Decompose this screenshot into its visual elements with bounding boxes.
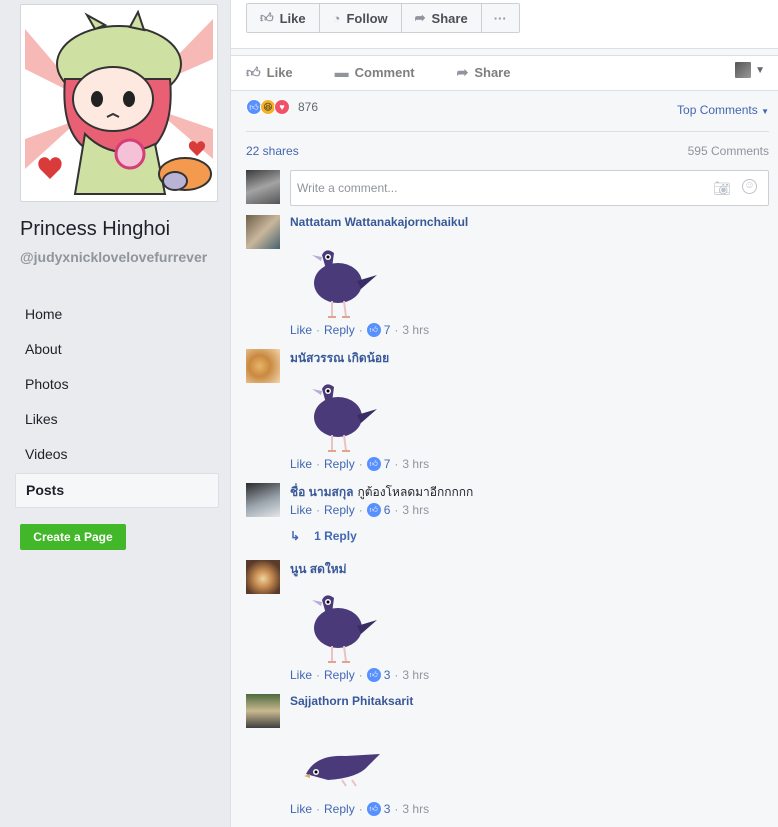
reaction-count: 876 — [298, 100, 319, 114]
like-badge-icon: 👍︎ — [366, 503, 381, 517]
thumbs-up-icon: 👍︎ — [246, 63, 261, 80]
comment-like-count[interactable]: 7 — [384, 323, 391, 337]
comment-like-count[interactable]: 3 — [384, 668, 391, 682]
page-profile-picture[interactable] — [20, 4, 218, 202]
nav-item-videos[interactable]: Videos — [15, 438, 219, 473]
shares-link[interactable]: 22 shares — [246, 144, 299, 158]
comment-sort-dropdown[interactable]: Top Comments ▼ — [677, 103, 769, 117]
share-arrow-icon: ➦ — [456, 63, 469, 80]
commenter-name[interactable]: Nattatam Wattanakajornchaikul — [290, 215, 468, 229]
thumbs-up-icon: 👍︎ — [260, 10, 274, 25]
post-like-button[interactable]: 👍︎ Like — [246, 64, 293, 81]
comment-timestamp[interactable]: 3 hrs — [402, 323, 429, 337]
divider — [231, 48, 778, 56]
comment-input[interactable] — [290, 170, 769, 206]
reply-arrow-icon: ↳ — [290, 529, 301, 543]
comment-composer: 📷︎ ☺ — [246, 170, 769, 206]
commenter-avatar[interactable] — [246, 215, 280, 249]
comment-meta: Like · Reply · 👍︎ 7 · 3 hrs — [290, 457, 430, 471]
walking-bird-sticker[interactable] — [302, 243, 382, 323]
like-badge-icon: 👍︎ — [366, 668, 381, 682]
page-username[interactable]: @judyxnicklovelovefurrever — [20, 249, 218, 266]
commenter-avatar[interactable] — [246, 694, 280, 728]
caret-down-icon: ▼ — [761, 107, 769, 116]
comment-timestamp[interactable]: 3 hrs — [402, 503, 429, 517]
post-comment-button[interactable]: ▬ Comment — [335, 64, 415, 80]
caret-down-icon: ▼ — [755, 64, 765, 76]
commenter-name[interactable]: มนัสวรรณ เกิดน้อย — [290, 349, 389, 368]
nav-item-home[interactable]: Home — [15, 298, 219, 333]
comments-section: 👍︎ 😆︎ ♥ 876 Top Comments ▼ 22 shares 595… — [231, 90, 778, 827]
viewer-avatar — [735, 62, 752, 78]
page-nav: Home About Photos Likes Videos Posts — [15, 298, 219, 508]
walking-bird-sticker[interactable] — [302, 588, 382, 668]
comment-reply-link[interactable]: Reply — [324, 457, 355, 471]
current-user-avatar — [246, 170, 280, 204]
page-follow-button[interactable]: ◔ Follow — [320, 4, 402, 32]
comment-reply-link[interactable]: Reply — [324, 802, 355, 816]
lying-bird-sticker[interactable] — [302, 722, 382, 802]
comment-timestamp[interactable]: 3 hrs — [402, 457, 429, 471]
comment-like-count[interactable]: 7 — [384, 457, 391, 471]
more-options-button[interactable]: ··· — [482, 4, 519, 32]
share-arrow-icon: ➦ — [414, 10, 426, 25]
comment-timestamp[interactable]: 3 hrs — [402, 802, 429, 816]
comment-reply-link[interactable]: Reply — [324, 323, 355, 337]
comment-text: กูต้องโหลดมาอีกกกกก — [357, 485, 474, 499]
walking-bird-sticker[interactable] — [302, 377, 382, 457]
comment-count[interactable]: 595 Comments — [688, 144, 769, 158]
comment-meta: Like · Reply · 👍︎ 3 · 3 hrs — [290, 802, 430, 816]
camera-icon[interactable]: 📷︎ — [713, 180, 731, 197]
page-action-bar: 👍︎ Like ◔ Follow ➦ Share ··· — [246, 3, 520, 33]
comment-like-link[interactable]: Like — [290, 668, 312, 682]
commenter-avatar[interactable] — [246, 349, 280, 383]
comment-icon: ▬ — [334, 64, 349, 80]
rss-icon: ◔ — [332, 10, 341, 26]
reaction-summary[interactable]: 👍︎ 😆︎ ♥ 876 — [246, 99, 318, 115]
divider — [246, 131, 769, 132]
post-action-bar: 👍︎ Like ▬ Comment ➦ Share — [246, 56, 766, 88]
emoji-icon[interactable]: ☺ — [742, 179, 757, 194]
like-badge-icon: 👍︎ — [366, 802, 381, 816]
commenter-avatar[interactable] — [246, 483, 280, 517]
page-title[interactable]: Princess Hinghoi — [20, 218, 170, 241]
nav-item-about[interactable]: About — [15, 333, 219, 368]
post-share-button[interactable]: ➦ Share — [457, 64, 511, 81]
comment-like-link[interactable]: Like — [290, 457, 312, 471]
comment-timestamp[interactable]: 3 hrs — [402, 668, 429, 682]
comment-like-link[interactable]: Like — [290, 323, 312, 337]
commenter-name[interactable]: นูน สดใหม่ — [290, 560, 347, 579]
post-panel: 👍︎ Like ◔ Follow ➦ Share ··· 👍︎ Like ▬ Commen… — [230, 0, 778, 827]
create-page-button[interactable]: Create a Page — [20, 524, 126, 550]
comment-like-link[interactable]: Like — [290, 802, 312, 816]
profile-picture-illustration — [25, 9, 213, 197]
nav-item-photos[interactable]: Photos — [15, 368, 219, 403]
more-icon: ··· — [493, 10, 507, 26]
comment-reply-link[interactable]: Reply — [324, 503, 355, 517]
page-like-button[interactable]: 👍︎ Like — [247, 4, 320, 32]
like-badge-icon: 👍︎ — [366, 323, 381, 337]
comment-like-link[interactable]: Like — [290, 503, 312, 517]
like-badge-icon: 👍︎ — [366, 457, 381, 471]
comment-like-count[interactable]: 6 — [384, 503, 391, 517]
commenter-avatar[interactable] — [246, 560, 280, 594]
love-reaction-icon: ♥ — [274, 99, 290, 115]
comment-meta: Like · Reply · 👍︎ 3 · 3 hrs — [290, 668, 430, 682]
comment-like-count[interactable]: 3 — [384, 802, 391, 816]
comment-reply-link[interactable]: Reply — [324, 668, 355, 682]
comment-meta: Like · Reply · 👍︎ 6 · 3 hrs — [290, 503, 430, 517]
nav-item-posts[interactable]: Posts — [15, 473, 219, 508]
view-replies-link[interactable]: ↳ 1 Reply — [290, 529, 357, 543]
post-as-selector[interactable]: ▼ — [735, 62, 765, 78]
page-share-button[interactable]: ➦ Share — [402, 4, 482, 32]
commenter-name[interactable]: Sajjathorn Phitaksarit — [290, 694, 413, 708]
comment-meta: Like · Reply · 👍︎ 7 · 3 hrs — [290, 323, 430, 337]
commenter-name[interactable]: ชื่อ นามสกุล กูต้องโหลดมาอีกกกกก — [290, 483, 473, 502]
sidebar: Princess Hinghoi @judyxnicklovelovefurre… — [0, 0, 230, 827]
nav-item-likes[interactable]: Likes — [15, 403, 219, 438]
